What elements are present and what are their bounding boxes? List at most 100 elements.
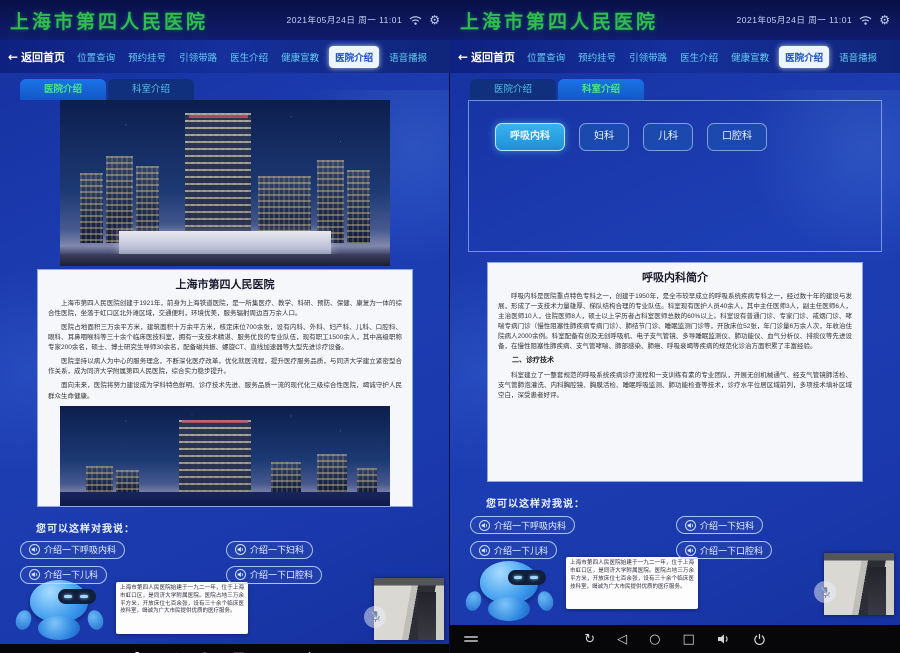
article-paragraph: 医院占地面积三万余平方米，建筑面积十万余平方米，核定床位700余张，设有内科、外… (48, 323, 402, 353)
suggestion-dental-button[interactable]: 介绍一下口腔科 (676, 541, 772, 559)
nav-item-guide[interactable]: 引领带路 (626, 47, 670, 67)
article-title: 呼吸内科简介 (488, 263, 862, 288)
dept-button-respiratory[interactable]: 呼吸内科 (495, 123, 565, 151)
robot-speech-bubble: 上海市第四人民医院始建于一九二一年，位于上海市虹口区，是同济大学附属医院。医院占… (566, 557, 698, 609)
nav-item-appointment[interactable]: 预约挂号 (575, 47, 619, 67)
robot-mascot[interactable] (462, 561, 558, 623)
suggestion-label: 介绍一下儿科 (44, 568, 98, 581)
tab-hospital-intro[interactable]: 医院介绍 (20, 79, 106, 100)
settings-gear-icon[interactable]: ⚙ (429, 14, 440, 26)
nav-item-appointment[interactable]: 预约挂号 (125, 47, 169, 67)
microphone-mute-icon[interactable] (814, 581, 836, 603)
back-arrow-icon: ← (458, 50, 468, 64)
nav-bar: ← 返回首页 位置查询 预约挂号 引领带路 医生介绍 健康宣教 医院介绍 语音播… (450, 40, 900, 73)
dept-button-dental[interactable]: 口腔科 (707, 123, 767, 151)
article-paragraph: 医院坚持以病人为中心的服务理念，不断深化医疗改革，优化就医流程，提升医疗服务品质… (48, 357, 402, 377)
back-arrow-icon: ← (8, 50, 18, 64)
tab-department-intro[interactable]: 科室介绍 (108, 79, 194, 100)
back-home-button[interactable]: ← 返回首页 (458, 49, 515, 65)
department-selector-box: 呼吸内科 妇科 儿科 口腔科 (468, 100, 882, 252)
settings-gear-icon[interactable]: ⚙ (879, 14, 890, 26)
suggestions-heading: 您可以这样对我说： (486, 495, 882, 510)
power-icon[interactable] (753, 633, 766, 646)
article-paragraph: 上海市第四人民医院创建于1921年，前身为上海铁道医院，是一所集医疗、教学、科研… (48, 299, 402, 319)
back-home-label: 返回首页 (21, 49, 65, 65)
speaker-icon (29, 569, 40, 580)
suggestion-respiratory-button[interactable]: 介绍一下呼吸内科 (470, 516, 575, 534)
header-bar: 上海市第四人民医院 2021年05月24日 周一 11:01 ⚙ (450, 0, 900, 40)
robot-mascot[interactable] (12, 580, 108, 642)
hospital-intro-card: 上海市第四人民医院 上海市第四人民医院创建于1921年，前身为上海铁道医院，是一… (37, 269, 413, 507)
voice-suggestions: 您可以这样对我说： 介绍一下呼吸内科 介绍一下妇科 介绍一下儿科 介绍一下口腔科 (468, 495, 882, 559)
dept-button-gynecology[interactable]: 妇科 (579, 123, 629, 151)
tab-hospital-intro[interactable]: 医院介绍 (470, 79, 556, 100)
android-navigation-bar: ↻ ◁ ○ □ (0, 644, 450, 653)
article-paragraph: 呼吸内科是医院重点特色专科之一，创建于1950年，是全市较早成立的呼吸系统疾病专… (498, 292, 852, 352)
robot-assistant-bar: 上海市第四人民医院始建于一九二一年，位于上海市虹口区，是同济大学附属医院。医院占… (0, 584, 450, 644)
nav-item-doctors[interactable]: 医生介绍 (227, 47, 271, 67)
kiosk-panel-hospital-intro: 上海市第四人民医院 2021年05月24日 周一 11:01 ⚙ ← 返回首页 … (0, 0, 450, 653)
suggestion-label: 介绍一下妇科 (700, 519, 754, 532)
nav-item-location[interactable]: 位置查询 (74, 47, 118, 67)
suggestion-label: 介绍一下妇科 (250, 543, 304, 556)
speaker-icon (235, 544, 246, 555)
suggestion-pediatrics-button[interactable]: 介绍一下儿科 (470, 541, 557, 559)
nav-item-doctors[interactable]: 医生介绍 (677, 47, 721, 67)
suggestion-label: 介绍一下儿科 (494, 544, 548, 557)
volume-icon[interactable] (717, 633, 731, 645)
article-title: 上海市第四人民医院 (38, 270, 412, 295)
suggestion-label: 介绍一下口腔科 (700, 544, 763, 557)
intro-tabs: 医院介绍 科室介绍 (0, 79, 450, 100)
rotate-icon[interactable]: ↻ (584, 633, 595, 646)
department-intro-content: 呼吸内科 妇科 儿科 口腔科 呼吸内科简介 呼吸内科是医院重点特色专科之一，创建… (468, 100, 882, 482)
nav-item-hospital-intro[interactable]: 医院介绍 (779, 46, 829, 68)
suggestions-heading: 您可以这样对我说： (36, 520, 432, 535)
hide-navbar-icon[interactable] (464, 636, 478, 642)
nav-item-location[interactable]: 位置查询 (524, 47, 568, 67)
nav-item-health-edu[interactable]: 健康宣教 (728, 47, 772, 67)
intro-tabs: 医院介绍 科室介绍 (450, 79, 900, 100)
dept-button-pediatrics[interactable]: 儿科 (643, 123, 693, 151)
camera-preview (374, 578, 444, 640)
robot-assistant-bar: 上海市第四人民医院始建于一九二一年，位于上海市虹口区，是同济大学附属医院。医院占… (450, 559, 900, 625)
speaker-icon (685, 545, 696, 556)
suggestion-gynecology-button[interactable]: 介绍一下妇科 (226, 541, 313, 559)
nav-items: 位置查询 预约挂号 引领带路 医生介绍 健康宣教 医院介绍 语音播报 (74, 46, 430, 68)
suggestion-pediatrics-button[interactable]: 介绍一下儿科 (20, 566, 107, 584)
android-back-icon[interactable]: ◁ (617, 633, 627, 646)
robot-speech-bubble: 上海市第四人民医院始建于一九二一年，位于上海市虹口区，是同济大学附属医院。医院占… (116, 582, 248, 634)
nav-bar: ← 返回首页 位置查询 预约挂号 引领带路 医生介绍 健康宣教 医院介绍 语音播… (0, 40, 450, 73)
speaker-icon (685, 520, 696, 531)
speaker-icon (479, 520, 490, 531)
suggestion-gynecology-button[interactable]: 介绍一下妇科 (676, 516, 763, 534)
wifi-icon (859, 15, 872, 25)
back-home-label: 返回首页 (471, 49, 515, 65)
nav-item-hospital-intro[interactable]: 医院介绍 (329, 46, 379, 68)
datetime-text: 2021年05月24日 周一 11:01 (287, 14, 403, 26)
suggestion-label: 介绍一下呼吸内科 (494, 519, 566, 532)
speaker-icon (235, 569, 246, 580)
back-home-button[interactable]: ← 返回首页 (8, 49, 65, 65)
microphone-mute-icon[interactable] (364, 606, 386, 628)
android-recents-icon[interactable]: □ (682, 633, 694, 646)
header-bar: 上海市第四人民医院 2021年05月24日 周一 11:01 ⚙ (0, 0, 450, 40)
tab-department-intro[interactable]: 科室介绍 (558, 79, 644, 100)
hospital-intro-content: 上海市第四人民医院 上海市第四人民医院创建于1921年，前身为上海铁道医院，是一… (18, 100, 432, 507)
nav-item-voice[interactable]: 语音播报 (836, 47, 880, 67)
nav-item-voice[interactable]: 语音播报 (386, 47, 430, 67)
nav-item-health-edu[interactable]: 健康宣教 (278, 47, 322, 67)
nav-item-guide[interactable]: 引领带路 (176, 47, 220, 67)
article-subheading: 二、诊疗技术 (498, 356, 852, 367)
dual-screenshot-stage: 上海市第四人民医院 2021年05月24日 周一 11:01 ⚙ ← 返回首页 … (0, 0, 900, 653)
kiosk-panel-department-intro: 上海市第四人民医院 2021年05月24日 周一 11:01 ⚙ ← 返回首页 … (450, 0, 900, 653)
hospital-name-title: 上海市第四人民医院 (460, 7, 658, 34)
article-paragraph: 面向未来，医院将努力建设成为学科特色鲜明、诊疗技术先进、服务品质一流的现代化三级… (48, 381, 402, 401)
suggestion-dental-button[interactable]: 介绍一下口腔科 (226, 566, 322, 584)
voice-suggestions: 您可以这样对我说： 介绍一下呼吸内科 介绍一下妇科 介绍一下儿科 介绍一下口腔科 (18, 520, 432, 584)
datetime-text: 2021年05月24日 周一 11:01 (737, 14, 853, 26)
hospital-building-photo-2 (60, 406, 390, 506)
android-home-icon[interactable]: ○ (649, 633, 660, 646)
suggestion-respiratory-button[interactable]: 介绍一下呼吸内科 (20, 541, 125, 559)
camera-preview (824, 553, 894, 615)
speaker-icon (29, 544, 40, 555)
